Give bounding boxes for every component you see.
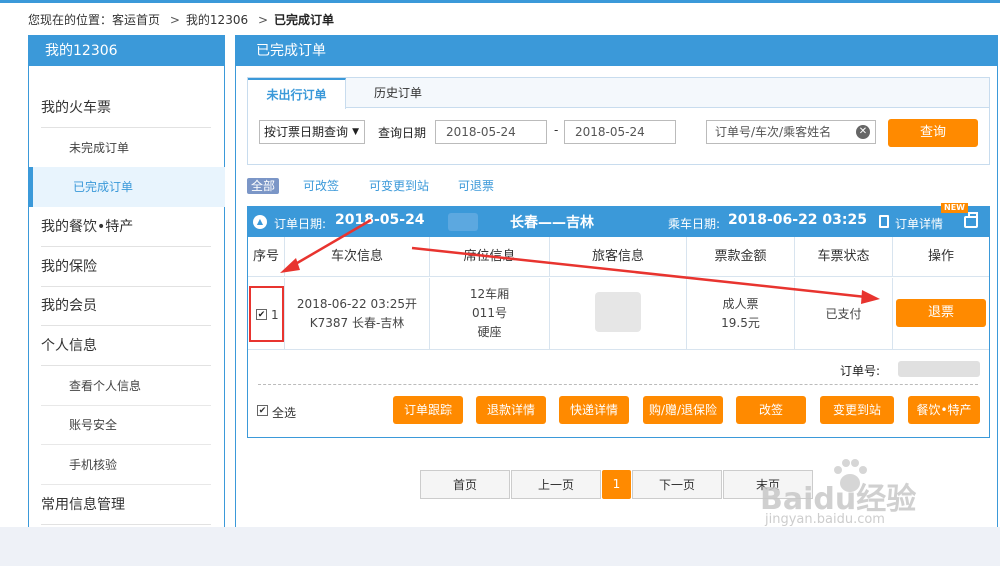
sidebar-item-phone-verification[interactable]: 手机核验 [41, 445, 211, 485]
main-title: 已完成订单 [236, 36, 997, 66]
refund-details-button[interactable]: 退款详情 [476, 396, 546, 424]
change-destination-button[interactable]: 变更到站 [820, 396, 894, 424]
bottom-background-bar [0, 527, 1000, 566]
tab-upcoming-orders[interactable]: 未出行订单 [248, 78, 346, 109]
redacted-passenger-blur [595, 292, 641, 332]
change-ticket-button[interactable]: 改签 [736, 396, 806, 424]
divider [258, 384, 978, 385]
refund-button[interactable]: 退票 [896, 299, 986, 327]
col-actions: 操作 [927, 249, 954, 264]
breadcrumb-home-link[interactable]: 客运首页 [112, 13, 160, 27]
redacted-name-blur [448, 213, 478, 231]
train-departure-time: 2018-06-22 03:25开 [296, 297, 418, 311]
new-badge: NEW [941, 203, 968, 213]
seat-car: 12车厢 [469, 287, 510, 301]
query-mode-value: 按订票日期查询 [264, 125, 349, 139]
main-panel: 已完成订单 未出行订单 历史订单 按订票日期查询 ▼ 查询日期 2018-05-… [235, 35, 998, 527]
search-panel: 未出行订单 历史订单 按订票日期查询 ▼ 查询日期 2018-05-24 - 2… [247, 77, 990, 165]
breadcrumb-mine-link[interactable]: 我的12306 [186, 13, 248, 27]
order-route: 长春——吉林 [510, 215, 594, 231]
keyword-input[interactable]: 订单号/车次/乘客姓名 ✕ [706, 120, 876, 144]
order-header: ▲ 订单日期: 2018-05-24 长春——吉林 乘车日期: 2018-06-… [248, 203, 989, 237]
order-tabs: 未出行订单 历史订单 [248, 78, 989, 109]
catering-button[interactable]: 餐饮•特产 [908, 396, 980, 424]
ride-date-label: 乘车日期: [668, 217, 721, 231]
order-number-label: 订单号: [840, 364, 881, 378]
clear-icon[interactable]: ✕ [856, 125, 870, 139]
status-cell: 已支付 [795, 278, 893, 350]
ticket-type: 成人票 [722, 297, 759, 311]
select-all-label: 全选 [272, 406, 297, 420]
col-index: 序号 [248, 237, 285, 277]
pager-first-button[interactable]: 首页 [420, 470, 510, 499]
order-card: ▲ 订单日期: 2018-05-24 长春——吉林 乘车日期: 2018-06-… [247, 203, 990, 438]
pager-current-page[interactable]: 1 [602, 470, 631, 499]
train-number-route: K7387 长春-吉林 [309, 316, 405, 330]
breadcrumb-current: 已完成订单 [274, 13, 335, 27]
sidebar-group-membership[interactable]: 我的会员 [41, 286, 211, 326]
table-row: ✔ 1 2018-06-22 03:25开 K7387 长春-吉林 12车厢 0… [248, 278, 989, 350]
col-passenger-info: 旅客信息 [550, 237, 687, 277]
date-range-dash: - [554, 123, 559, 137]
train-info-cell: 2018-06-22 03:25开 K7387 长春-吉林 [285, 278, 430, 350]
tab-history-orders[interactable]: 历史订单 [368, 78, 428, 108]
end-date-input[interactable]: 2018-05-24 [564, 120, 676, 144]
annotation-highlight-box [249, 286, 284, 342]
pager-prev-button[interactable]: 上一页 [511, 470, 601, 499]
seat-number: 011号 [472, 306, 507, 320]
delivery-details-button[interactable]: 快递详情 [559, 396, 629, 424]
order-tracking-button[interactable]: 订单跟踪 [393, 396, 463, 424]
sidebar-group-personal-info[interactable]: 个人信息 [41, 326, 211, 366]
breadcrumb-separator: > [257, 13, 268, 27]
query-button[interactable]: 查询 [888, 119, 978, 147]
sidebar-item-view-personal-info[interactable]: 查看个人信息 [41, 366, 211, 406]
order-date: 2018-05-24 [335, 212, 425, 228]
insurance-button[interactable]: 购/赠/退保险 [643, 396, 723, 424]
watermark-url: jingyan.baidu.com [765, 512, 885, 527]
price-cell: 成人票 19.5元 [687, 278, 795, 350]
query-date-label: 查询日期 [378, 126, 427, 140]
filter-refundable[interactable]: 可退票 [458, 178, 494, 194]
sidebar-title: 我的12306 [29, 36, 224, 66]
sidebar-group-common-info[interactable]: 常用信息管理 [41, 485, 211, 525]
select-all-checkbox[interactable]: ✔ [257, 405, 268, 416]
seat-info-cell: 12车厢 011号 硬座 [430, 278, 550, 350]
keyword-placeholder: 订单号/车次/乘客姓名 [715, 125, 832, 139]
sidebar-group-train-tickets[interactable]: 我的火车票 [41, 88, 211, 128]
filter-changeable[interactable]: 可改签 [303, 178, 339, 194]
breadcrumb-prefix: 您现在的位置： [28, 13, 113, 27]
col-ticket-price: 票款金额 [687, 237, 795, 277]
sidebar-item-account-security[interactable]: 账号安全 [41, 405, 211, 445]
start-date-input[interactable]: 2018-05-24 [435, 120, 547, 144]
col-ticket-status: 车票状态 [795, 237, 893, 277]
ticket-status: 已支付 [825, 307, 862, 321]
redacted-order-number-blur [898, 361, 980, 377]
sidebar-group-catering[interactable]: 我的餐饮•特产 [41, 207, 211, 247]
document-icon[interactable] [879, 215, 889, 228]
order-table-header: 序号 车次信息 席位信息 旅客信息 票款金额 车票状态 操作 [248, 237, 989, 277]
sidebar-group-insurance[interactable]: 我的保险 [41, 247, 211, 287]
ride-datetime: 2018-06-22 03:25 [728, 212, 867, 228]
breadcrumb-separator: > [169, 13, 180, 27]
order-date-label: 订单日期: [274, 217, 327, 231]
passenger-info-cell [550, 278, 687, 350]
filter-all[interactable]: 全部 [247, 178, 279, 194]
breadcrumb: 您现在的位置：客运首页 > 我的12306 > 已完成订单 [28, 11, 334, 28]
row-index-cell: ✔ 1 [248, 278, 285, 350]
sidebar: 我的12306 我的火车票 未完成订单 已完成订单 我的餐饮•特产 我的保险 我… [28, 35, 225, 527]
order-detail-link[interactable]: 订单详情 [895, 215, 943, 232]
col-seat-info: 席位信息 [430, 237, 550, 277]
query-mode-select[interactable]: 按订票日期查询 ▼ [259, 120, 365, 144]
sidebar-item-completed-orders[interactable]: 已完成订单 [29, 167, 225, 207]
sidebar-item-unfinished-orders[interactable]: 未完成订单 [41, 128, 211, 168]
caret-down-icon: ▼ [352, 127, 359, 137]
ticket-price: 19.5元 [721, 316, 760, 330]
collapse-icon[interactable]: ▲ [253, 215, 267, 229]
seat-type: 硬座 [477, 325, 502, 339]
top-accent-line [0, 0, 1000, 3]
pager-next-button[interactable]: 下一页 [632, 470, 722, 499]
filter-change-destination[interactable]: 可变更到站 [369, 178, 429, 194]
col-train-info: 车次信息 [285, 237, 430, 277]
printer-icon[interactable] [964, 212, 978, 228]
